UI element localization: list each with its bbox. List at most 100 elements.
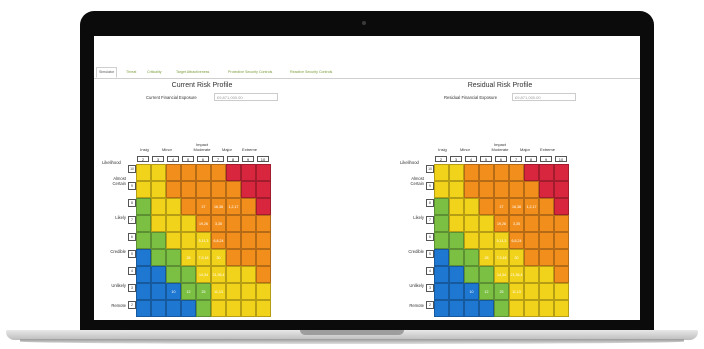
heatmap-cell[interactable] [524, 266, 539, 283]
heatmap-cell[interactable] [151, 300, 166, 317]
heatmap-cell[interactable] [181, 266, 196, 283]
heatmap-cell[interactable] [166, 198, 181, 215]
heatmap-cell[interactable] [464, 249, 479, 266]
heatmap-cell[interactable]: 6,8,24 [211, 232, 226, 249]
heatmap-cell[interactable] [136, 164, 151, 181]
heatmap-cell[interactable] [509, 164, 524, 181]
heatmap-cell[interactable] [136, 232, 151, 249]
heatmap-cell[interactable]: 16,38 [211, 198, 226, 215]
heatmap-cell[interactable] [524, 232, 539, 249]
heatmap-cell[interactable] [494, 164, 509, 181]
heatmap-cell[interactable] [479, 198, 494, 215]
heatmap-cell[interactable] [151, 232, 166, 249]
heatmap-cell[interactable] [539, 283, 554, 300]
heatmap-cell[interactable] [136, 283, 151, 300]
heatmap-cell[interactable] [479, 164, 494, 181]
heatmap-cell[interactable] [479, 232, 494, 249]
heatmap-cell[interactable] [464, 266, 479, 283]
heatmap-cell[interactable]: 10 [166, 283, 181, 300]
heatmap-cell[interactable]: 21,36,4 [509, 266, 524, 283]
heatmap-cell[interactable] [226, 232, 241, 249]
heatmap-cell[interactable] [479, 300, 494, 317]
heatmap-cell[interactable] [554, 164, 569, 181]
heatmap-cell[interactable] [464, 181, 479, 198]
heatmap-cell[interactable] [166, 300, 181, 317]
heatmap-cell[interactable] [166, 232, 181, 249]
heatmap-cell[interactable] [554, 300, 569, 317]
heatmap-cell[interactable] [136, 249, 151, 266]
heatmap-cell[interactable]: 12 [181, 283, 196, 300]
heatmap-cell[interactable] [196, 181, 211, 198]
heatmap-cell[interactable] [151, 198, 166, 215]
heatmap-cell[interactable]: 3,35 [509, 215, 524, 232]
heatmap-cell[interactable] [256, 283, 271, 300]
heatmap-cell[interactable] [524, 181, 539, 198]
heatmap-cell[interactable] [524, 300, 539, 317]
heatmap-cell[interactable] [181, 215, 196, 232]
heatmap-cell[interactable] [166, 181, 181, 198]
heatmap-cell[interactable] [151, 249, 166, 266]
heatmap-cell[interactable] [256, 232, 271, 249]
heatmap-cell[interactable] [136, 215, 151, 232]
heatmap-cell[interactable] [524, 164, 539, 181]
heatmap-cell[interactable]: 28 [479, 249, 494, 266]
heatmap-cell[interactable] [196, 164, 211, 181]
heatmap-cell[interactable] [256, 249, 271, 266]
heatmap-cell[interactable] [434, 300, 449, 317]
heatmap-cell[interactable] [554, 266, 569, 283]
heatmap-cell[interactable] [241, 181, 256, 198]
heatmap-cell[interactable] [166, 249, 181, 266]
heatmap-cell[interactable]: 27 [494, 198, 509, 215]
heatmap-cell[interactable]: 12 [479, 283, 494, 300]
heatmap-cell[interactable] [136, 300, 151, 317]
heatmap-cell[interactable] [211, 164, 226, 181]
heatmap-cell[interactable] [524, 215, 539, 232]
heatmap-cell[interactable] [256, 215, 271, 232]
heatmap-cell[interactable] [539, 164, 554, 181]
heatmap-cell[interactable]: 25 [196, 283, 211, 300]
heatmap-cell[interactable] [256, 266, 271, 283]
heatmap-cell[interactable]: 14,34 [494, 266, 509, 283]
heatmap-cell[interactable]: 16,38 [509, 198, 524, 215]
heatmap-cell[interactable] [449, 232, 464, 249]
heatmap-cell[interactable] [211, 300, 226, 317]
heatmap-cell[interactable] [494, 300, 509, 317]
heatmap-cell[interactable]: 5,11,3 [196, 232, 211, 249]
heatmap-cell[interactable] [151, 215, 166, 232]
heatmap-cell[interactable] [434, 249, 449, 266]
heatmap-cell[interactable] [479, 215, 494, 232]
heatmap-cell[interactable] [151, 164, 166, 181]
heatmap-cell[interactable] [151, 283, 166, 300]
heatmap-cell[interactable] [136, 181, 151, 198]
heatmap-cell[interactable]: 10 [464, 283, 479, 300]
heatmap-cell[interactable] [539, 232, 554, 249]
heatmap-cell[interactable] [166, 266, 181, 283]
exposure-value-field[interactable]: £9,871,000.00 [512, 93, 576, 101]
heatmap-cell[interactable] [434, 283, 449, 300]
heatmap-cell[interactable] [479, 266, 494, 283]
heatmap-cell[interactable] [241, 283, 256, 300]
tab-reactive-security-controls[interactable]: Reactive Security Controls [288, 68, 334, 77]
heatmap-cell[interactable] [226, 300, 241, 317]
heatmap-cell[interactable] [509, 300, 524, 317]
heatmap-cell[interactable] [256, 198, 271, 215]
heatmap-cell[interactable]: 5,11,3 [494, 232, 509, 249]
heatmap-cell[interactable] [226, 181, 241, 198]
heatmap-cell[interactable] [464, 300, 479, 317]
heatmap-cell[interactable] [464, 232, 479, 249]
tab-threat[interactable]: Threat [124, 68, 138, 77]
heatmap-cell[interactable] [226, 215, 241, 232]
heatmap-cell[interactable] [539, 249, 554, 266]
heatmap-cell[interactable] [554, 215, 569, 232]
tab-criticality[interactable]: Criticality [145, 68, 164, 77]
heatmap-cell[interactable] [196, 300, 211, 317]
heatmap-cell[interactable]: 28 [181, 249, 196, 266]
heatmap-cell[interactable] [226, 283, 241, 300]
tab-protective-security-controls[interactable]: Protective Security Controls [226, 68, 274, 77]
heatmap-cell[interactable] [181, 164, 196, 181]
tab-target-attractiveness[interactable]: Target Attractiveness [174, 68, 211, 77]
heatmap-cell[interactable]: 7,9,18 [196, 249, 211, 266]
heatmap-cell[interactable] [494, 181, 509, 198]
heatmap-cell[interactable] [464, 215, 479, 232]
heatmap-cell[interactable] [151, 181, 166, 198]
